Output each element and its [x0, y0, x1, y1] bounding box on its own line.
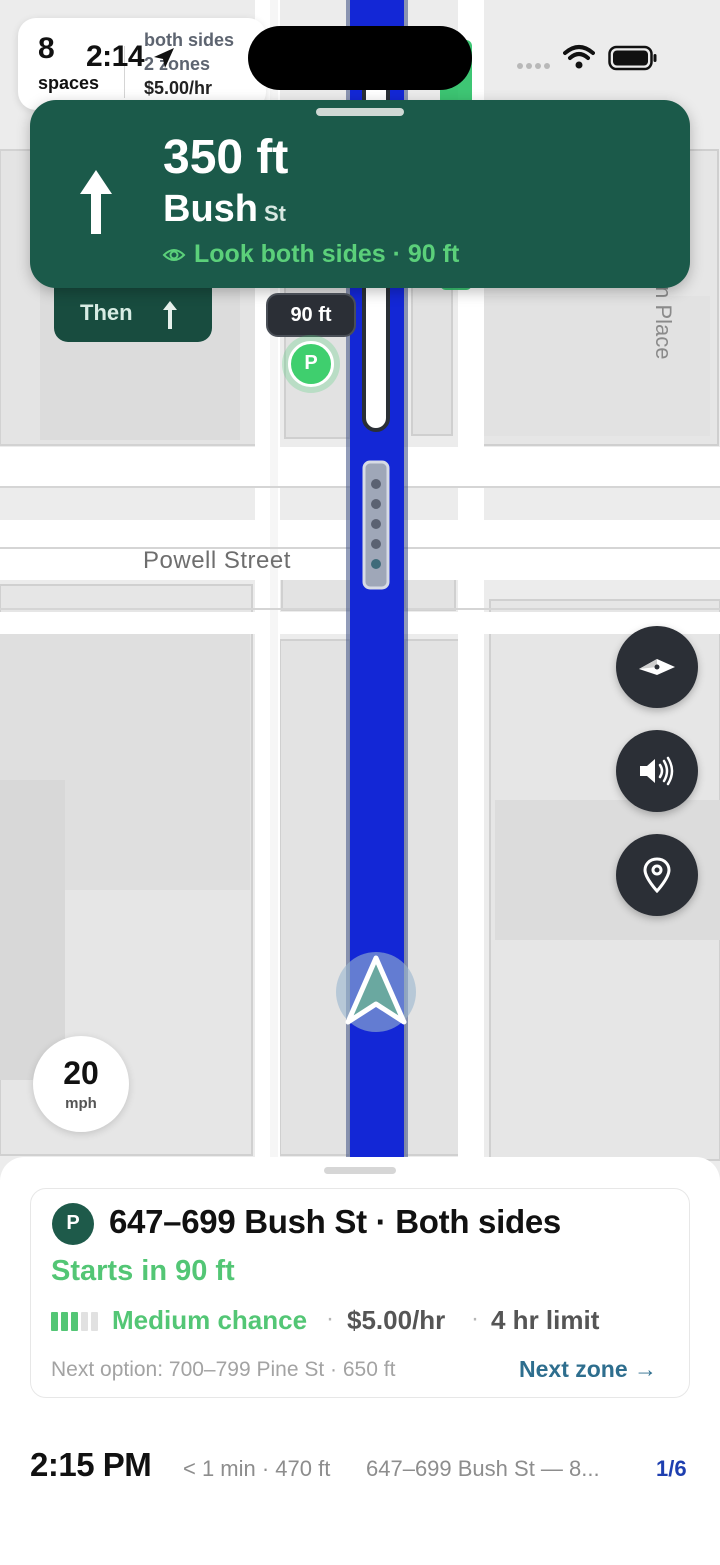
trip-destination[interactable]: 647–699 Bush St — 8... [366, 1456, 600, 1482]
separator: · [471, 1305, 479, 1332]
look-hint: Look both sides · 90 ft [194, 240, 460, 268]
then-arrow-up-icon [163, 301, 177, 329]
next-option: Next option: 700–799 Pine St · 650 ft [51, 1358, 396, 1381]
location-button[interactable] [616, 834, 698, 916]
sound-button[interactable] [616, 730, 698, 812]
spaces-label: spaces [38, 73, 100, 93]
then-label: Then [80, 300, 133, 325]
chance-label: Medium chance [112, 1305, 308, 1335]
location-pin-icon [643, 857, 671, 893]
speed-value: 20 [63, 1055, 99, 1091]
next-zone-link[interactable]: Next zone → [519, 1356, 657, 1383]
speed-unit: mph [65, 1095, 97, 1112]
distance-pill-label: 90 ft [290, 304, 332, 326]
parking-badge-label: P [66, 1212, 80, 1234]
street-suffix: St [264, 201, 286, 226]
chance-bar [81, 1312, 88, 1331]
turn-arrow-up-icon [80, 170, 112, 234]
location-arrow-icon [154, 48, 174, 68]
zone-starts: Starts in 90 ft [51, 1255, 235, 1287]
street-name: Bush [163, 188, 258, 230]
then-instruction [54, 286, 212, 342]
arrival-time: 2:15 PM [30, 1446, 152, 1483]
separator: · [326, 1305, 334, 1332]
maneuver-distance: 350 ft [163, 131, 289, 184]
zone-title: 647–699 Bush St · Both sides [109, 1203, 561, 1240]
street-label-powell: Powell Street [143, 547, 291, 574]
chance-bar [71, 1312, 78, 1331]
compass-icon [639, 659, 675, 675]
chance-bar [51, 1312, 58, 1331]
banner-grabber[interactable] [316, 108, 404, 116]
speaker-icon [640, 756, 674, 786]
zone-price: $5.00/hr [347, 1305, 446, 1335]
zone-limit: 4 hr limit [491, 1305, 600, 1335]
trip-meta: < 1 min · 470 ft [183, 1456, 331, 1481]
zone-pager[interactable]: 1/6 [656, 1456, 687, 1482]
parking-marker-label: P [304, 352, 318, 374]
compass-button[interactable] [616, 626, 698, 708]
signal-icon [517, 63, 550, 69]
wifi-icon [563, 45, 595, 69]
sheet-grabber[interactable] [324, 1167, 396, 1174]
status-time: 2:14 [86, 40, 145, 73]
maneuver-street: Bush St [163, 188, 286, 231]
summary-price: $5.00/hr [144, 78, 213, 98]
chance-bar [91, 1312, 98, 1331]
dynamic-island [248, 26, 472, 90]
chance-bar [61, 1312, 68, 1331]
spaces-count: 8 [38, 32, 55, 65]
battery-icon [608, 45, 657, 71]
eye-icon [162, 249, 186, 261]
current-location-arrow [336, 952, 416, 1032]
